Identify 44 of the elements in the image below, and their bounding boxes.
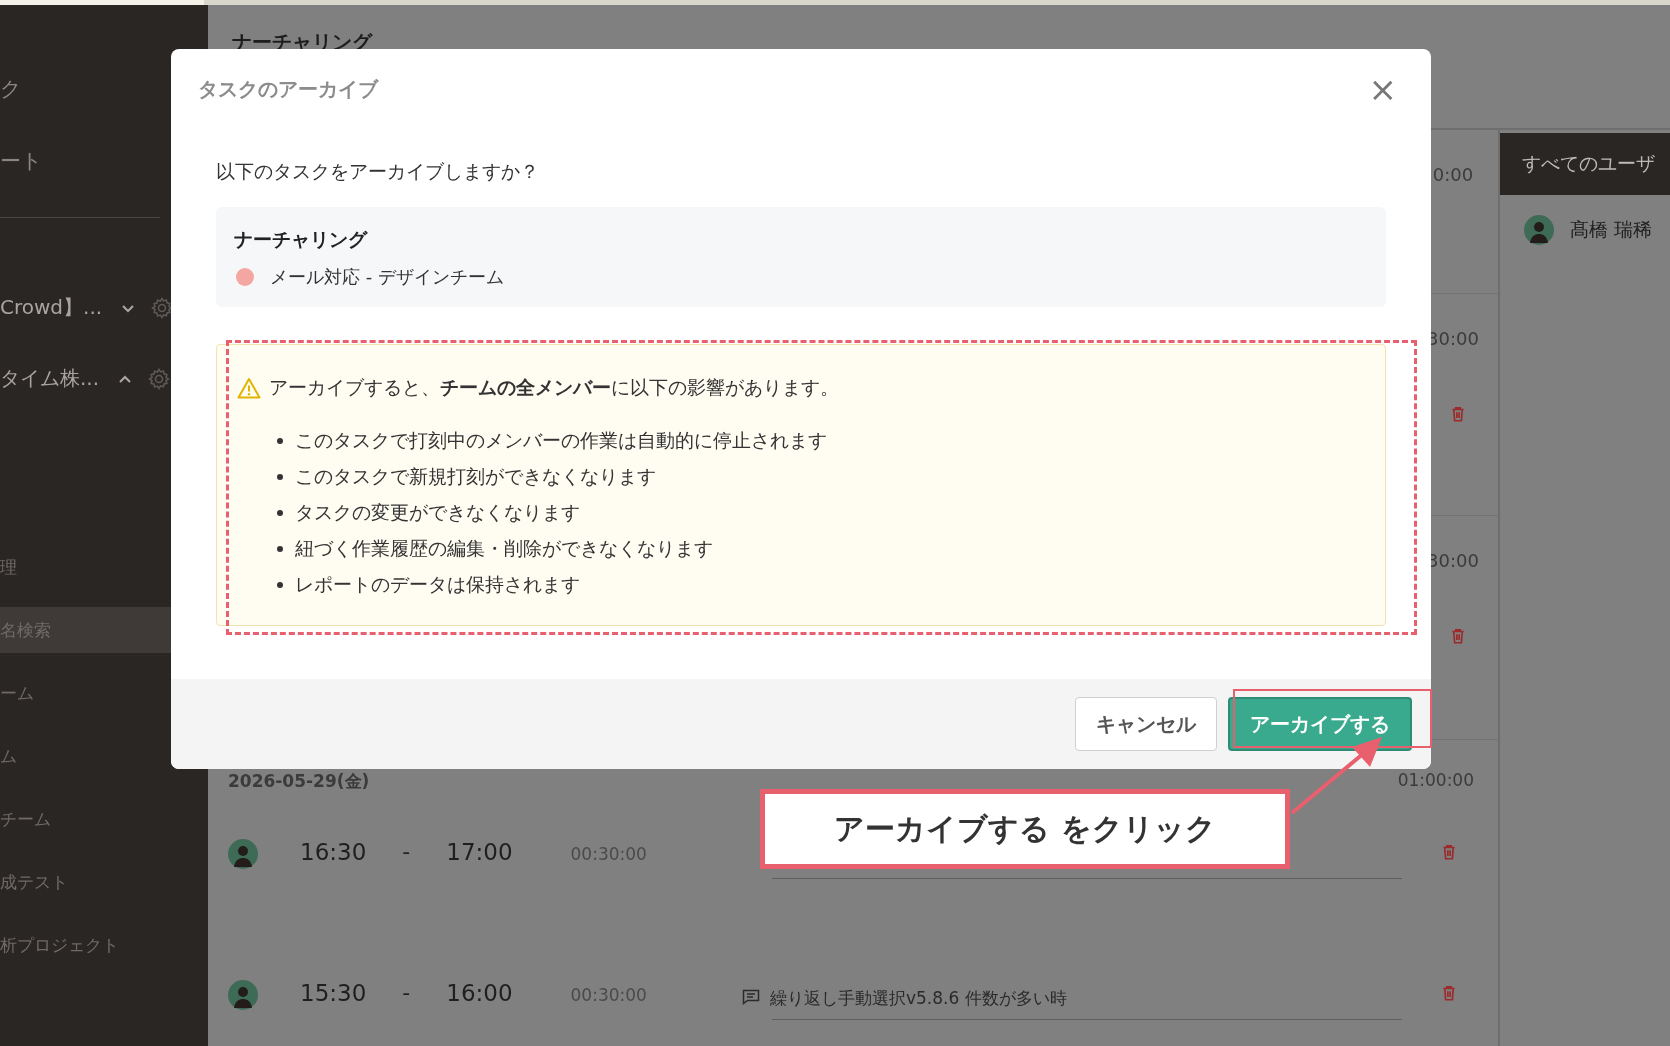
sidebar-item[interactable]: チーム bbox=[0, 796, 204, 842]
project-name[interactable]: Crowd】... bbox=[0, 294, 103, 321]
warning-item: このタスクで新規打刻ができなくなります bbox=[295, 464, 656, 489]
warning-item: 紐づく作業履歴の編集・削除ができなくなります bbox=[295, 536, 713, 561]
bullet-icon bbox=[277, 582, 283, 588]
comment-icon bbox=[741, 989, 760, 1005]
archive-button[interactable]: アーカイブする bbox=[1228, 697, 1412, 751]
avatar-icon bbox=[228, 839, 258, 869]
avatar-icon bbox=[1524, 215, 1554, 245]
total-duration: 0:00 bbox=[1432, 164, 1474, 185]
warning-item: レポートのデータは保持されます bbox=[295, 572, 580, 597]
bullet-icon bbox=[277, 546, 283, 552]
bullet-icon bbox=[277, 510, 283, 516]
cancel-button[interactable]: キャンセル bbox=[1075, 697, 1217, 751]
bullet-icon bbox=[277, 438, 283, 444]
avatar-icon bbox=[228, 980, 258, 1010]
end-time[interactable]: 17:00 bbox=[446, 839, 513, 865]
total-duration: 30:00 bbox=[1427, 328, 1479, 349]
project-name[interactable]: タイム株... bbox=[0, 365, 100, 392]
callout-text: アーカイブする をクリック bbox=[834, 809, 1216, 848]
sidebar-item[interactable]: 析プロジェクト bbox=[0, 922, 204, 968]
time-separator: - bbox=[402, 839, 411, 864]
task-name: ナーチャリング bbox=[234, 227, 369, 252]
start-time[interactable]: 15:30 bbox=[300, 980, 367, 1006]
warning-item: タスクの変更ができなくなります bbox=[295, 500, 580, 525]
panel-title: すべてのユーザ bbox=[1522, 151, 1655, 176]
total-duration: 30:00 bbox=[1427, 550, 1479, 571]
dialog-title: タスクのアーカイブ bbox=[198, 75, 378, 103]
end-time[interactable]: 16:00 bbox=[446, 980, 513, 1006]
date-heading: 2026-05-29(金) bbox=[228, 770, 370, 793]
sidebar-item[interactable]: 成テスト bbox=[0, 859, 204, 905]
comment-text[interactable]: 繰り返し手動選択v5.8.6 件数が多い時 bbox=[769, 986, 1067, 1010]
project-name: メール対応 - デザインチーム bbox=[270, 265, 504, 289]
total-duration: 01:00:00 bbox=[1397, 770, 1474, 792]
warning-icon bbox=[237, 377, 261, 399]
warning-text: アーカイブすると、チームの全メンバーに以下の影響があります。 bbox=[269, 375, 839, 400]
warning-item: このタスクで打刻中のメンバーの作業は自動的に停止されます bbox=[295, 428, 827, 453]
question-text: 以下のタスクをアーカイブしますか？ bbox=[216, 159, 540, 184]
start-time[interactable]: 16:30 bbox=[300, 839, 367, 865]
user-name[interactable]: 髙橋 瑞稀 bbox=[1570, 217, 1653, 243]
time-separator: - bbox=[402, 980, 411, 1005]
gear-icon[interactable] bbox=[147, 366, 172, 391]
close-button[interactable]: × bbox=[1362, 72, 1403, 106]
bullet-icon bbox=[277, 474, 283, 480]
